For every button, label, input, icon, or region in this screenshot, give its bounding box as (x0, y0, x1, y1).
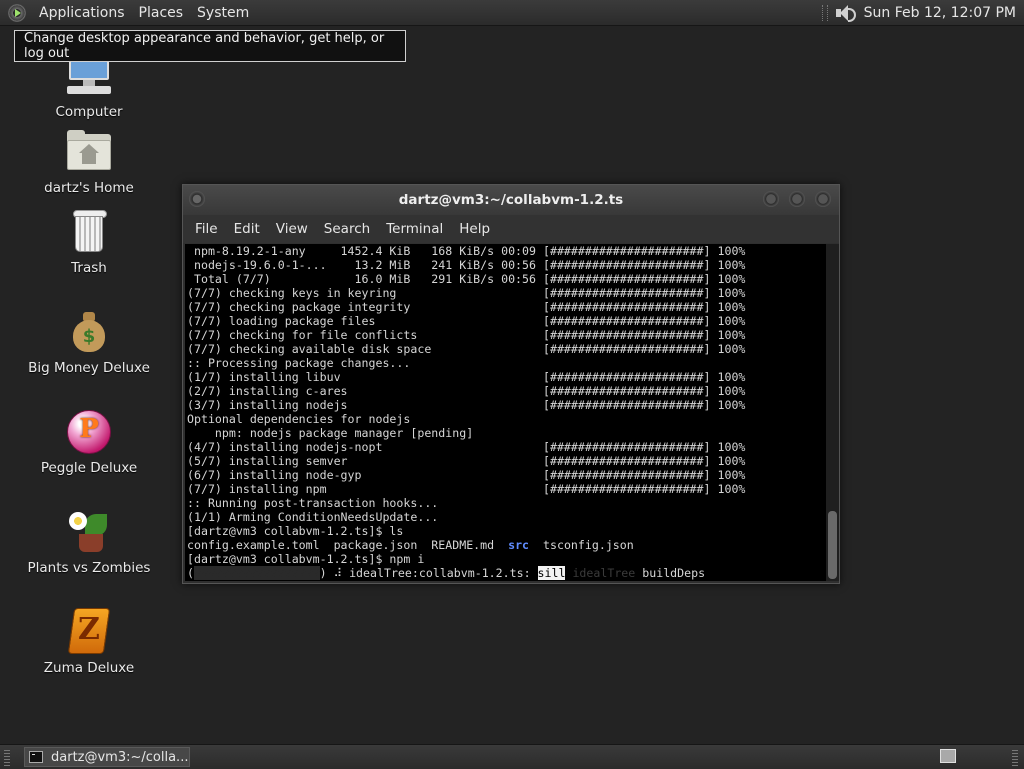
terminal-window: dartz@vm3:~/collabvm-1.2.ts File Edit Vi… (182, 184, 840, 584)
desktop-icon-label: Trash (71, 260, 107, 276)
system-menu[interactable]: System (190, 5, 256, 21)
top-panel: Applications Places System Sun Feb 12, 1… (0, 0, 1024, 26)
npm-end-text: buildDeps (635, 566, 706, 580)
terminal-line: (7/7) installing npm [##################… (187, 482, 746, 496)
ls-files: config.example.toml package.json README.… (187, 538, 509, 552)
menu-view[interactable]: View (268, 221, 316, 237)
terminal-output[interactable]: npm-8.19.2-1-any 1452.4 KiB 168 KiB/s 00… (185, 244, 826, 581)
terminal-line: (7/7) checking package integrity [######… (187, 300, 746, 314)
menu-search[interactable]: Search (316, 221, 378, 237)
terminal-line: nodejs-19.6.0-1-... 13.2 MiB 241 KiB/s 0… (187, 258, 746, 272)
npm-progress-bar: ################## (193, 566, 320, 580)
npm-status-text: idealTree:collabvm-1.2.ts: (342, 566, 538, 580)
desktop-icon-zuma[interactable]: Z Zuma Deluxe (24, 608, 154, 676)
terminal-line: (4/7) installing nodejs-nopt [##########… (187, 440, 746, 454)
npm-dim-text: idealTree (565, 566, 636, 580)
terminal-line: (1/7) installing libuv [################… (187, 370, 746, 384)
progress-open: ( (187, 566, 194, 580)
desktop-icon-trash[interactable]: Trash (24, 208, 154, 276)
terminal-icon (29, 751, 43, 763)
maximize-icon[interactable] (789, 191, 805, 207)
window-title: dartz@vm3:~/collabvm-1.2.ts (398, 192, 624, 208)
terminal-menubar: File Edit View Search Terminal Help (183, 215, 839, 243)
terminal-line: Optional dependencies for nodejs (187, 412, 411, 426)
terminal-line: (7/7) checking for file conflicts [#####… (187, 328, 746, 342)
desktop-icon-home[interactable]: dartz's Home (24, 128, 154, 196)
zuma-icon: Z (65, 608, 113, 656)
money-bag-icon: $ (65, 308, 113, 356)
terminal-line: (3/7) installing nodejs [###############… (187, 398, 746, 412)
desktop-icon-pvz[interactable]: Plants vs Zombies (24, 508, 154, 576)
peggle-icon: P (65, 408, 113, 456)
terminal-line: (7/7) checking keys in keyring [########… (187, 286, 746, 300)
scrollbar-thumb[interactable] (828, 511, 837, 579)
terminal-line: (1/1) Arming ConditionNeedsUpdate... (187, 510, 439, 524)
tooltip: Change desktop appearance and behavior, … (14, 30, 406, 62)
panel-handle-right[interactable] (1012, 748, 1018, 766)
menu-edit[interactable]: Edit (226, 221, 268, 237)
minimize-icon[interactable] (763, 191, 779, 207)
window-menu-icon[interactable] (189, 191, 205, 207)
terminal-line: npm: nodejs package manager [pending] (187, 426, 474, 440)
desktop-icon-peggle[interactable]: P Peggle Deluxe (24, 408, 154, 476)
terminal-line: :: Running post-transaction hooks... (187, 496, 439, 510)
desktop-icon-label: dartz's Home (44, 180, 134, 196)
terminal-line: (6/7) installing node-gyp [#############… (187, 468, 746, 482)
terminal-line: (7/7) checking available disk space [###… (187, 342, 746, 356)
ls-output-line: config.example.toml package.json README.… (187, 538, 634, 552)
desktop-icon-label: Computer (55, 104, 123, 120)
terminal-line: Total (7/7) 16.0 MiB 291 KiB/s 00:56 [##… (187, 272, 746, 286)
menu-terminal[interactable]: Terminal (378, 221, 451, 237)
volume-icon[interactable] (834, 4, 856, 22)
ls-dir-src: src (508, 538, 530, 552)
terminal-line: (7/7) loading package files [###########… (187, 314, 746, 328)
terminal-line: (5/7) installing semver [###############… (187, 454, 746, 468)
home-folder-icon (65, 128, 113, 176)
places-menu[interactable]: Places (132, 5, 191, 21)
ls-files-after: tsconfig.json (529, 538, 634, 552)
window-titlebar[interactable]: dartz@vm3:~/collabvm-1.2.ts (183, 185, 839, 215)
desktop-icon-big-money[interactable]: $ Big Money Deluxe (24, 308, 154, 376)
applications-menu[interactable]: Applications (32, 5, 132, 21)
terminal-scrollbar[interactable] (826, 244, 839, 581)
progress-close: ) (319, 566, 334, 580)
trash-icon (65, 208, 113, 256)
npm-spinner: ⠼ (333, 566, 343, 580)
plants-vs-zombies-icon (65, 508, 113, 556)
desktop-icon-label: Peggle Deluxe (40, 460, 138, 476)
terminal-line: :: Processing package changes... (187, 356, 411, 370)
desktop-icon-label: Plants vs Zombies (27, 560, 151, 576)
menu-file[interactable]: File (187, 221, 226, 237)
desktop-icon-computer[interactable]: Computer (24, 52, 154, 120)
terminal-line: (2/7) installing c-ares [###############… (187, 384, 746, 398)
panel-separator (821, 4, 828, 21)
distro-logo-icon[interactable] (8, 3, 26, 22)
terminal-line: npm-8.19.2-1-any 1452.4 KiB 168 KiB/s 00… (187, 244, 746, 258)
terminal-line: [dartz@vm3 collabvm-1.2.ts]$ ls (187, 524, 404, 538)
npm-log-level: sill (537, 566, 566, 580)
close-icon[interactable] (815, 191, 831, 207)
terminal-line: [dartz@vm3 collabvm-1.2.ts]$ npm i (187, 552, 425, 566)
clock[interactable]: Sun Feb 12, 12:07 PM (864, 5, 1016, 21)
bottom-panel: dartz@vm3:~/colla... (0, 744, 1024, 769)
panel-handle[interactable] (4, 748, 10, 766)
taskbar-label: dartz@vm3:~/colla... (51, 749, 189, 765)
taskbar-terminal-button[interactable]: dartz@vm3:~/colla... (24, 747, 190, 767)
desktop-icon-label: Big Money Deluxe (28, 360, 150, 376)
npm-progress-line: (##################) ⠼ idealTree:collabv… (187, 566, 705, 580)
desktop-icon-label: Zuma Deluxe (43, 660, 135, 676)
menu-help[interactable]: Help (451, 221, 498, 237)
workspace-switcher[interactable] (940, 749, 956, 763)
